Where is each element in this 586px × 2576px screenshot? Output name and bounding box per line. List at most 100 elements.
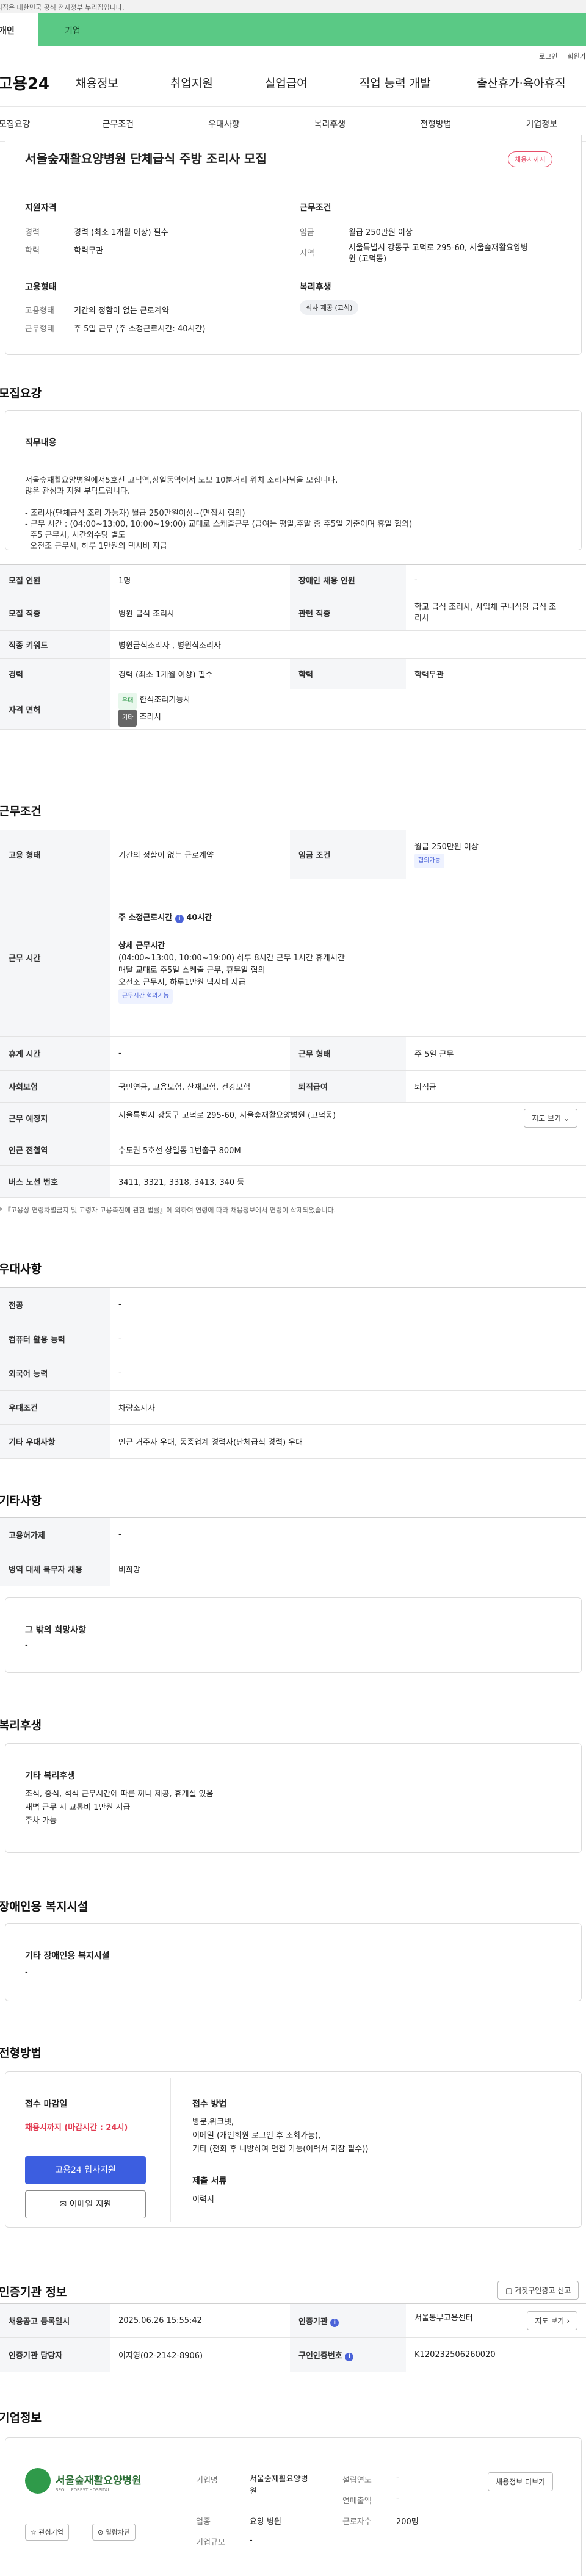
work-time-cell: 주 소정근로시간 i 40시간 상세 근무시간 (04:00~13:00, 10… xyxy=(110,879,586,1037)
preference-section-title: 우대사항 xyxy=(0,1262,42,1276)
cell-v: 학력무관 xyxy=(406,658,586,689)
deadline-value: 채용시까지 (마감시간 : 24시) xyxy=(25,2123,128,2132)
chevron-right-icon: › xyxy=(566,2317,570,2325)
deadline-badge: 채용시까지 xyxy=(508,151,552,167)
welfare-chip: 식사 제공 (교식) xyxy=(300,300,359,315)
worktype-label: 근무형태 xyxy=(25,325,54,334)
etc-table: 고용허가제 - 병역 대체 복무자 채용 비희망 xyxy=(0,1517,586,1586)
email-apply-button[interactable]: ✉ 이메일 지원 xyxy=(25,2190,146,2218)
qualification-title: 지원자격 xyxy=(25,203,57,213)
nav-employment-support[interactable]: 취업지원 xyxy=(170,74,213,91)
cell-k: 사회보험 xyxy=(0,1070,110,1103)
mail-icon: ✉ xyxy=(59,2200,67,2209)
company-section-title: 기업정보 xyxy=(0,2411,42,2425)
nav-parental-leave[interactable]: 출산휴가·육아휴직 xyxy=(477,74,566,91)
tab-company-info[interactable]: 기업정보 xyxy=(526,118,558,130)
login-link[interactable]: 로그인 xyxy=(539,51,557,60)
career-value: 경력 (최소 1개월 이상) 필수 xyxy=(74,228,168,237)
auth-map-button[interactable]: 지도 보기 › xyxy=(527,2311,577,2330)
tab-personal[interactable]: 개인 xyxy=(0,13,38,46)
info-icon[interactable]: i xyxy=(175,914,184,923)
cell-k: 컴퓨터 활용 능력 xyxy=(0,1322,110,1356)
job-description-box: 직무내용 서울숲재활요양병원에서5호선 고덕역,상일동역에서 도보 10분거리 … xyxy=(5,410,582,551)
cell-v: 비희망 xyxy=(110,1552,586,1586)
time-negotiable-chip: 근무시간 협의가능 xyxy=(118,988,173,1004)
education-label: 학력 xyxy=(25,246,40,256)
job-title: 서울숲재활요양병원 단체급식 주방 조리사 모집 xyxy=(25,151,267,166)
cell-k: 전공 xyxy=(0,1287,110,1322)
cell-k: 학력 xyxy=(290,658,406,689)
employment-type-title: 고용형태 xyxy=(25,282,57,292)
nav-jobs[interactable]: 채용정보 xyxy=(76,74,118,91)
selection-box: 접수 마감일 채용시까지 (마감시간 : 24시) 고용24 입사지원 ✉ 이메… xyxy=(5,2071,582,2228)
cell-k: 관련 직종 xyxy=(290,595,406,631)
auth-table: 채용공고 등록일시 2025.06.26 15:55:42 인증기관 i 서울동부고용… xyxy=(0,2303,586,2372)
user-type-tabs: 개인 기업 xyxy=(0,13,586,46)
nav-unemployment-benefits[interactable]: 실업급여 xyxy=(265,74,308,91)
negotiable-chip: 협의가능 xyxy=(414,853,444,868)
apply-button[interactable]: 고용24 입사지원 xyxy=(25,2156,146,2184)
apply-method: 방문,워크넷, 이메일 (개인회원 로그인 후 조회가능), 기타 (전화 후 내방… xyxy=(192,2118,369,2154)
cell-v: - xyxy=(110,1322,586,1356)
preference-table: 전공 - 컴퓨터 활용 능력 - 외국어 능력 - 우대조건 차량소지자 기타 우대사항… xyxy=(0,1287,586,1459)
company-name: 서울숲재활요양병 원 xyxy=(250,2475,308,2496)
emptype-label: 고용형태 xyxy=(25,306,54,315)
cell-v: K120232506260020 xyxy=(406,2337,586,2372)
block-view-button[interactable]: ⊘ 열람차단 xyxy=(92,2524,136,2541)
tab-recruit[interactable]: 모집요강 xyxy=(0,118,31,130)
cell-k: 채용공고 등록일시 xyxy=(0,2303,110,2338)
location-label: 지역 xyxy=(300,249,314,258)
report-icon: ▢ xyxy=(505,2286,513,2295)
chevron-down-icon: ⌄ xyxy=(563,1114,570,1123)
cell-v: - xyxy=(406,564,586,595)
cell-v: - xyxy=(110,1036,290,1071)
recruit-table: 모집 인원 1명 장애인 채용 인원 - 모집 직종 병원 급식 조리사 관련 직종 학교 … xyxy=(0,564,586,730)
age-notice: * 『고용상 연령차별금지 및 고령자 고용촉진에 관한 법률』에 의하여 연령… xyxy=(0,1206,336,1214)
tab-selection[interactable]: 전형방법 xyxy=(420,118,452,130)
star-icon: ☆ xyxy=(31,2528,37,2536)
tab-welfare[interactable]: 복리후생 xyxy=(314,118,346,130)
map-button[interactable]: 지도 보기 ⌄ xyxy=(524,1109,577,1128)
welfare-title: 복리후생 xyxy=(300,282,331,292)
tab-company[interactable]: 기업 xyxy=(38,13,81,46)
cell-v: - xyxy=(110,1287,586,1322)
education-value: 학력무관 xyxy=(74,246,103,256)
summary-card: 서울숲재활요양병원 단체급식 주방 조리사 모집 채용시까지 지원자격 경력 경… xyxy=(5,135,582,355)
cell-v: 3411, 3321, 3318, 3413, 340 등 xyxy=(110,1165,586,1198)
emptype-value: 기간의 정함이 없는 근로계약 xyxy=(74,306,169,315)
info-icon[interactable]: i xyxy=(330,2318,339,2327)
cell-k: 우대조건 xyxy=(0,1390,110,1425)
favorite-company-button[interactable]: ☆ 관심기업 xyxy=(25,2524,69,2541)
welfare-box: 기타 복리후생 조식, 중식, 석식 근무시간에 따른 끼니 제공, 휴게실 있… xyxy=(5,1743,582,1853)
selection-section-title: 전형방법 xyxy=(0,2046,42,2060)
conditions-section-title: 근무조건 xyxy=(0,805,42,818)
cell-k: 모집 인원 xyxy=(0,564,110,595)
career-label: 경력 xyxy=(25,228,40,237)
report-fake-button[interactable]: ▢ 거짓구인광고 신고 xyxy=(497,2281,579,2300)
recruit-section-title: 모집요강 xyxy=(0,387,42,400)
cell-k: 구인인증번호 i xyxy=(290,2337,406,2372)
cell-v: 병원 급식 조리사 xyxy=(110,595,290,631)
cell-v: 기간의 정함이 없는 근로계약 xyxy=(110,830,290,879)
nav-vocational-training[interactable]: 직업 능력 개발 xyxy=(360,74,431,91)
main-nav: 고용24 채용정보 취업지원 실업급여 직업 능력 개발 출산휴가·육아휴직 xyxy=(0,59,586,107)
etc-section-title: 기타사항 xyxy=(0,1494,42,1508)
site-logo[interactable]: 고용24 xyxy=(0,71,74,94)
tab-conditions[interactable]: 근무조건 xyxy=(103,118,134,130)
logo-tree-icon xyxy=(25,2468,51,2494)
wage-value: 월급 250만원 이상 xyxy=(349,228,413,237)
location-value: 서울특별시 강동구 고덕로 295-60, 서울숲재활요양병 원 (고덕동) xyxy=(349,243,528,264)
info-icon[interactable]: i xyxy=(345,2352,354,2361)
cell-v: 경력 (최소 1개월 이상) 필수 xyxy=(110,658,290,689)
other-wishes-box: 그 밖의 희망사항 - xyxy=(5,1597,582,1673)
cell-k: 병역 대체 복무자 채용 xyxy=(0,1552,110,1586)
license-cell: 우대 한식조리기능사 기타 조리사 xyxy=(110,689,586,730)
tab-preference[interactable]: 우대사항 xyxy=(208,118,240,130)
cell-k: 인증기관 i xyxy=(290,2303,406,2338)
cell-k: 버스 노선 번호 xyxy=(0,1165,110,1198)
cell-k: 퇴직급여 xyxy=(290,1070,406,1103)
job-description-title: 직무내용 xyxy=(25,438,57,448)
gov-banner: 이 누리집은 대한민국 공식 전자정부 누리집입니다. xyxy=(0,0,586,13)
signup-link[interactable]: 회원가입 xyxy=(568,51,586,60)
more-jobs-button[interactable]: 채용정보 더보기 xyxy=(488,2472,554,2491)
